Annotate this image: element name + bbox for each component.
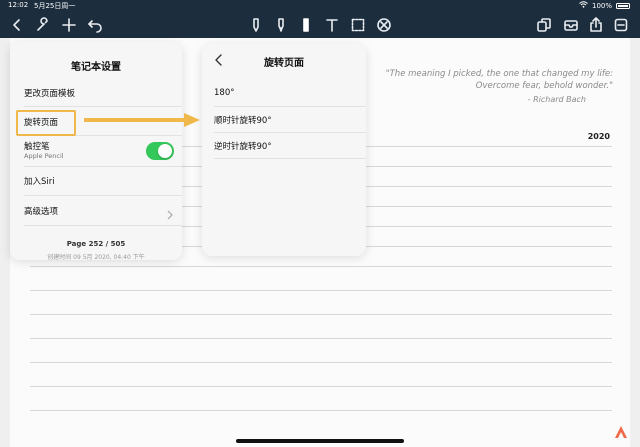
highlighter-icon[interactable] [272,16,290,34]
rotate-clockwise-option[interactable]: 顺时针旋转90° [214,114,378,126]
divider [24,166,182,167]
wifi-icon [579,1,588,10]
toolbar [0,11,640,38]
pen-icon[interactable] [247,16,265,34]
ruled-line [30,338,612,339]
divider [24,106,182,107]
back-chevron-icon[interactable] [8,16,26,34]
battery-icon [616,2,630,9]
ruled-line [30,290,612,291]
eraser-icon[interactable] [297,16,315,34]
rotate-page-title: 旋转页面 [264,58,304,69]
menu-item-change-template[interactable]: 更改页面模板 [24,87,196,99]
shape-cancel-icon[interactable] [375,16,393,34]
divider [24,225,182,226]
divider [214,158,366,159]
divider [214,132,366,133]
status-date: 5月25日周一 [34,2,76,10]
rotate-counterclockwise-option[interactable]: 逆时针旋转90° [214,140,378,152]
ruled-line [30,266,612,267]
undo-icon[interactable] [86,16,104,34]
page-layers-icon[interactable] [535,16,553,34]
chevron-right-icon [166,205,174,220]
ruled-line [30,314,612,315]
lasso-select-icon[interactable] [349,16,367,34]
created-date: 创建时间 09 5月 2020, 04:40 下午 [47,254,145,261]
toggle-knob [158,144,172,158]
stylus-toggle[interactable] [146,142,174,160]
page-info: Page 252 / 505 [66,240,126,248]
status-time: 12:02 [8,1,29,9]
wrench-icon[interactable] [34,16,52,34]
divider [214,106,366,107]
tray-icon[interactable] [562,16,580,34]
notebook-settings-title: 笔记本设置 [71,62,121,73]
page-year: 2020 [587,132,610,141]
status-right: 100% [579,1,630,10]
rotate-page-popover: 旋转页面 180° 顺时针旋转90° 逆时针旋转90° [202,44,366,256]
battery-percent: 100% [591,1,612,10]
rotate-180-option[interactable]: 180° [214,88,378,98]
status-bar: 12:02 5月25日周一 100% [0,0,640,11]
divider [24,195,182,196]
plus-icon[interactable] [60,16,78,34]
annotation-highlight-box [16,110,76,136]
page-quote: "The meaning I picked, the one that chan… [385,69,613,91]
text-tool-icon[interactable] [323,16,341,34]
home-indicator [236,439,404,443]
quote-author: - Richard Bach [527,95,586,104]
more-icon[interactable] [612,16,630,34]
menu-item-add-siri[interactable]: 加入Siri [24,175,196,187]
share-icon[interactable] [587,16,605,34]
annotation-arrow-icon [84,113,200,127]
ruled-line [30,410,612,411]
ruled-line [30,362,612,363]
brand-logo-icon [615,426,627,438]
ruled-line [30,386,612,387]
